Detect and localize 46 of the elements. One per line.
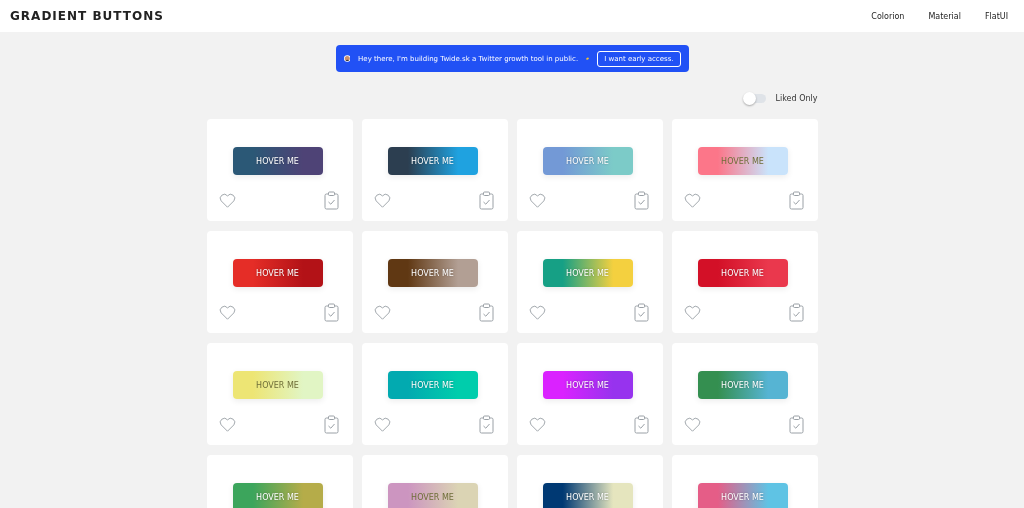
- liked-only-toggle[interactable]: [743, 93, 766, 103]
- gradient-button[interactable]: HOVER ME: [232, 259, 323, 287]
- gradient-button[interactable]: HOVER ME: [542, 259, 633, 287]
- clipboard-icon[interactable]: [633, 415, 649, 434]
- gradient-button[interactable]: HOVER ME: [387, 147, 478, 175]
- clipboard-icon[interactable]: [323, 415, 339, 434]
- clipboard-icon[interactable]: [788, 191, 804, 210]
- gradient-button[interactable]: HOVER ME: [697, 259, 788, 287]
- gradient-button[interactable]: HOVER ME: [232, 147, 323, 175]
- heart-icon[interactable]: [528, 305, 546, 320]
- clipboard-icon[interactable]: [478, 415, 494, 434]
- gradient-button[interactable]: HOVER ME: [387, 259, 478, 287]
- gradient-button[interactable]: HOVER ME: [542, 371, 633, 399]
- heart-icon[interactable]: [683, 305, 701, 320]
- heart-icon[interactable]: [683, 193, 701, 208]
- heart-icon[interactable]: [218, 305, 236, 320]
- clipboard-icon[interactable]: [788, 303, 804, 322]
- nav-link[interactable]: Colorion: [871, 11, 905, 21]
- heart-icon[interactable]: [373, 193, 391, 208]
- heart-icon[interactable]: [528, 417, 546, 432]
- gradient-button[interactable]: HOVER ME: [542, 483, 633, 508]
- clipboard-icon[interactable]: [633, 191, 649, 210]
- clipboard-icon[interactable]: [323, 303, 339, 322]
- clipboard-icon[interactable]: [323, 191, 339, 210]
- gradient-button[interactable]: HOVER ME: [697, 371, 788, 399]
- gradient-button[interactable]: HOVER ME: [387, 371, 478, 399]
- heart-icon[interactable]: [218, 193, 236, 208]
- heart-icon[interactable]: [373, 417, 391, 432]
- nav-link[interactable]: Material: [928, 11, 961, 21]
- gradient-button[interactable]: HOVER ME: [387, 483, 478, 508]
- gradient-button[interactable]: HOVER ME: [232, 371, 323, 399]
- heart-icon[interactable]: [528, 193, 546, 208]
- site-title: GRADIENT BUTTONS: [10, 9, 164, 23]
- clipboard-icon[interactable]: [478, 303, 494, 322]
- heart-icon[interactable]: [683, 417, 701, 432]
- clipboard-icon[interactable]: [478, 191, 494, 210]
- gradient-button[interactable]: HOVER ME: [232, 483, 323, 508]
- gradient-button[interactable]: HOVER ME: [542, 147, 633, 175]
- clipboard-icon[interactable]: [788, 415, 804, 434]
- heart-icon[interactable]: [218, 417, 236, 432]
- clipboard-icon[interactable]: [633, 303, 649, 322]
- toggle-label: Liked Only: [775, 93, 818, 103]
- gradient-button[interactable]: HOVER ME: [697, 147, 788, 175]
- gradient-button[interactable]: HOVER ME: [697, 483, 788, 508]
- heart-icon[interactable]: [373, 305, 391, 320]
- nav-link[interactable]: FlatUI: [984, 11, 1008, 21]
